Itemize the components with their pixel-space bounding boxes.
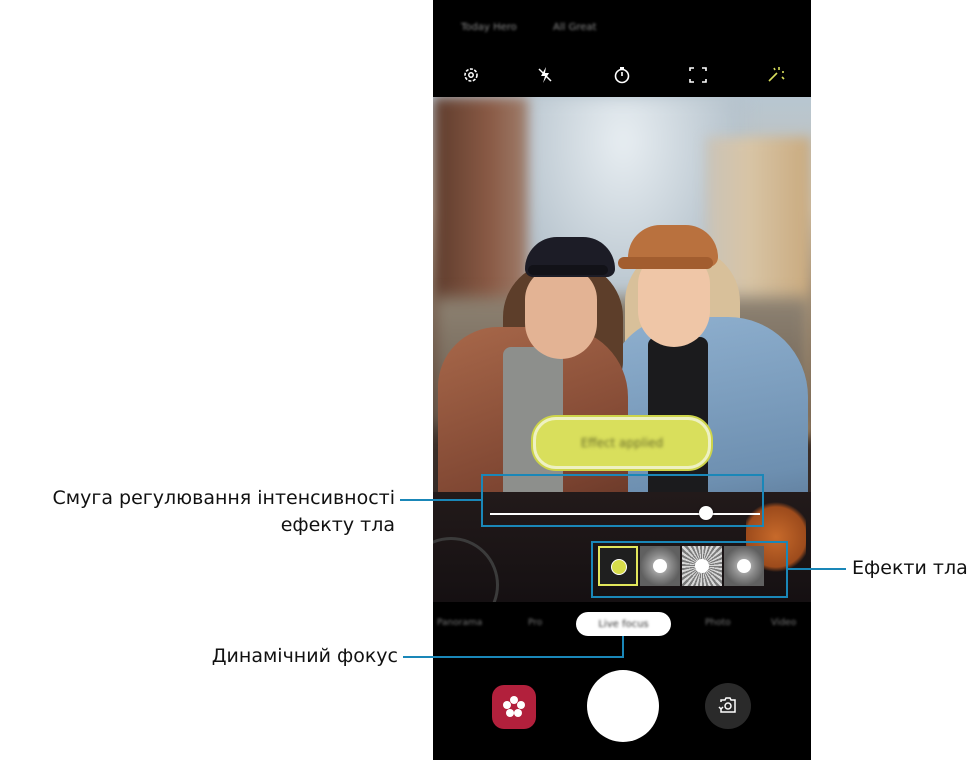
- effect-applied-indicator: Effect applied: [533, 417, 711, 469]
- subject-hat-brim: [618, 257, 713, 269]
- status-left-text: Today Hero: [461, 22, 517, 33]
- status-right-text: All Great: [553, 22, 597, 33]
- effects-callout-box: [591, 541, 788, 598]
- aspect-ratio-icon[interactable]: [678, 55, 718, 95]
- live-focus-callout-line: [403, 656, 624, 658]
- live-focus-callout-stem: [622, 636, 624, 658]
- mode-live-focus-label: Live focus: [598, 618, 649, 630]
- flash-off-icon[interactable]: [525, 55, 565, 95]
- effects-annotation: Ефекти тла: [852, 557, 968, 579]
- mode-pro[interactable]: Pro: [528, 618, 542, 628]
- status-bar: Today Hero All Great: [433, 18, 811, 38]
- switch-camera-icon[interactable]: [705, 683, 751, 729]
- slider-callout-box: [481, 474, 764, 527]
- effects-callout-line: [788, 568, 846, 570]
- camera-top-bar: [433, 55, 811, 95]
- shutter-button[interactable]: [587, 670, 659, 742]
- slider-callout-line: [400, 499, 482, 501]
- effect-applied-text: Effect applied: [580, 436, 664, 450]
- live-focus-annotation: Динамічний фокус: [211, 645, 398, 667]
- slider-annotation-line1: Смуга регулювання інтенсивності: [52, 487, 396, 509]
- mode-video[interactable]: Video: [771, 618, 796, 628]
- timer-icon[interactable]: [602, 55, 642, 95]
- settings-icon[interactable]: [451, 55, 491, 95]
- mode-live-focus[interactable]: Live focus: [576, 612, 671, 636]
- bixby-vision-icon[interactable]: [492, 685, 536, 729]
- filters-icon[interactable]: [755, 55, 795, 95]
- slider-annotation-line2: ефекту тла: [280, 514, 395, 536]
- subject-face: [525, 267, 597, 359]
- mode-panorama[interactable]: Panorama: [437, 618, 482, 628]
- subject-hat-brim: [528, 265, 608, 275]
- mode-photo[interactable]: Photo: [705, 618, 731, 628]
